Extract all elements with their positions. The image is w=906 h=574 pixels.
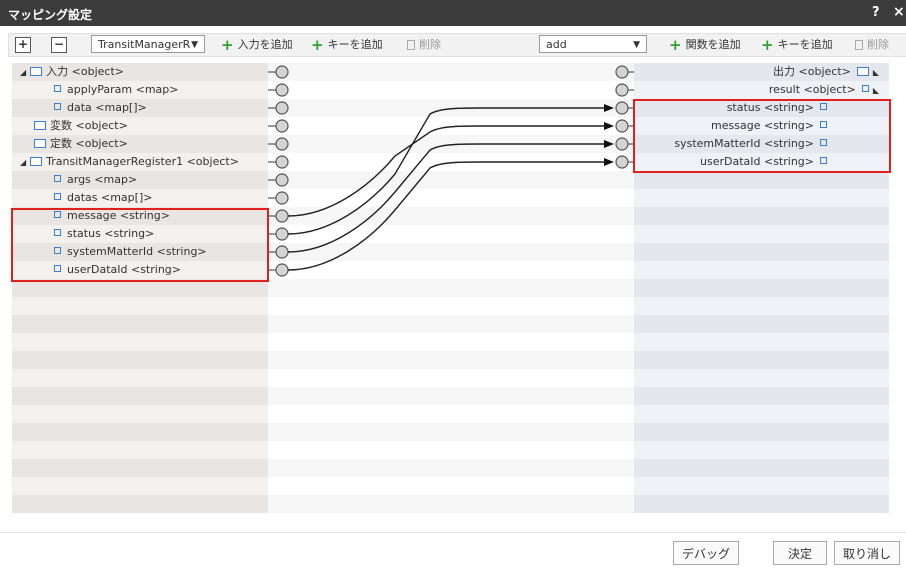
dialog-footer [0, 532, 906, 574]
input-connector-node[interactable] [275, 137, 289, 151]
input-connector-node[interactable] [275, 227, 289, 241]
input-connector-node[interactable] [275, 209, 289, 223]
input-highlight-box [11, 208, 269, 282]
output-connector-node[interactable] [615, 119, 629, 133]
input-connector-node[interactable] [275, 119, 289, 133]
mapping-line [287, 161, 604, 271]
input-connector-node[interactable] [275, 65, 289, 79]
input-connector-node[interactable] [275, 83, 289, 97]
output-connector-node[interactable] [615, 65, 629, 79]
output-highlight-box [633, 99, 891, 173]
mapping-arrowhead [604, 158, 614, 166]
input-connector-node[interactable] [275, 263, 289, 277]
output-connector-node[interactable] [615, 101, 629, 115]
input-connector-node[interactable] [275, 173, 289, 187]
mapping-arrowhead [604, 104, 614, 112]
output-connector-node[interactable] [615, 155, 629, 169]
input-connector-node[interactable] [275, 155, 289, 169]
ok-button[interactable]: 決定 [773, 541, 827, 565]
mapping-arrowhead [604, 122, 614, 130]
cancel-button[interactable]: 取り消し [834, 541, 900, 565]
input-connector-node[interactable] [275, 245, 289, 259]
mapping-arrowhead [604, 140, 614, 148]
output-connector-node[interactable] [615, 137, 629, 151]
mapping-line [287, 143, 604, 253]
input-connector-node[interactable] [275, 101, 289, 115]
mapping-canvas [268, 65, 634, 277]
mapping-line [287, 125, 604, 217]
input-connector-node[interactable] [275, 191, 289, 205]
debug-button[interactable]: デバッグ [673, 541, 739, 565]
output-connector-node[interactable] [615, 83, 629, 97]
